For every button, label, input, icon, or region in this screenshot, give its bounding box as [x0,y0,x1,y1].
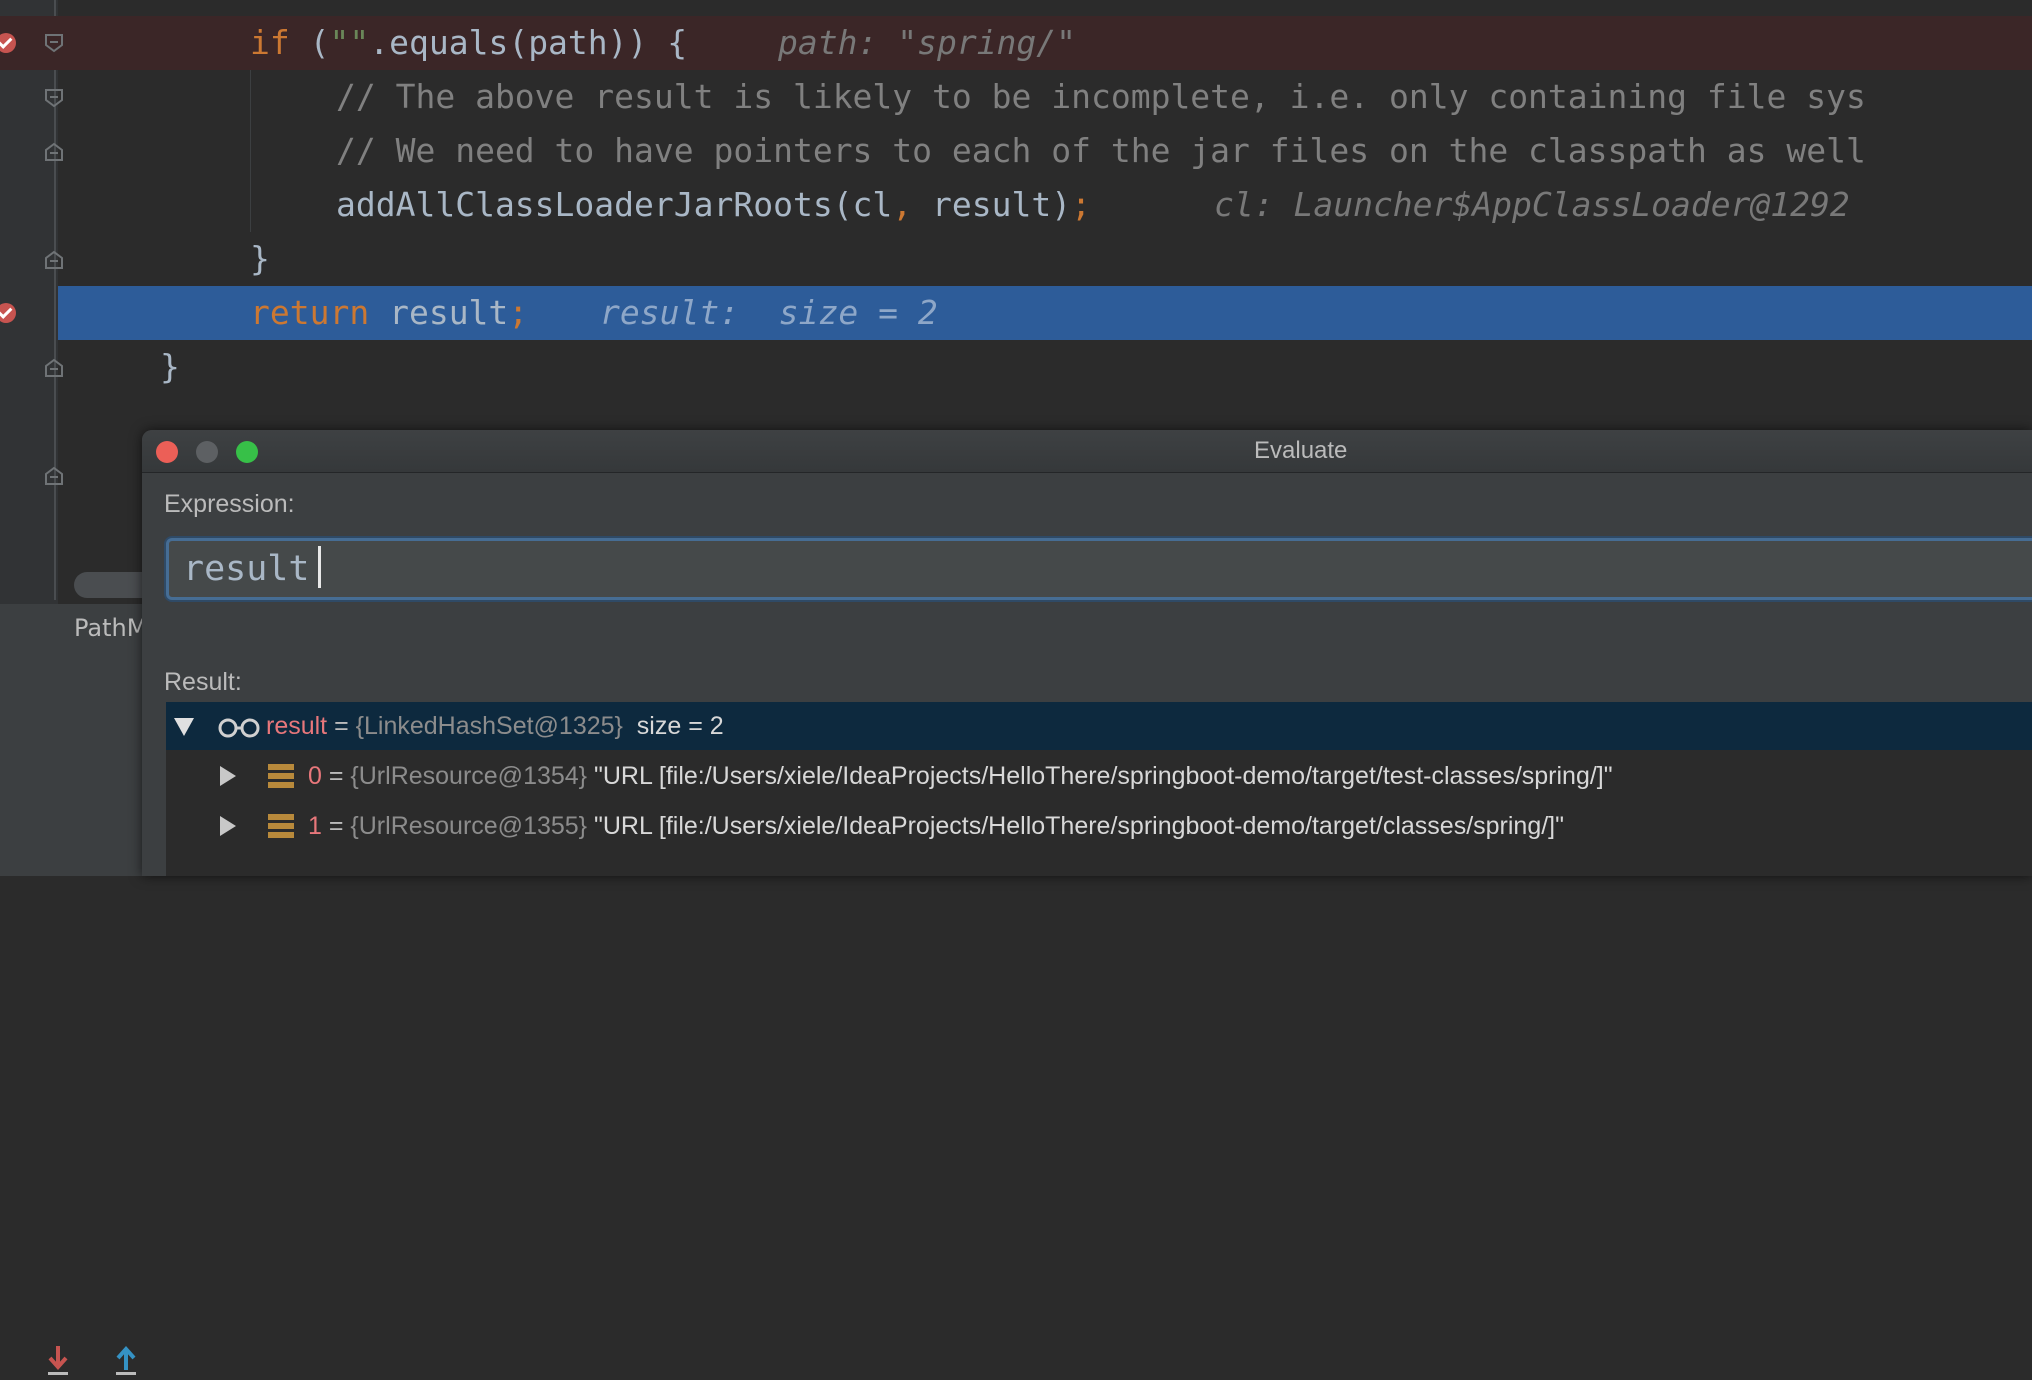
list-item-icon [268,764,294,788]
variable-name: result [266,712,328,740]
item-index: 0 [308,762,322,790]
keyword-return: return [250,293,370,332]
return-value: result [369,293,509,332]
hint-value: "spring/" [897,23,1077,62]
code-line-return[interactable]: return result; [250,286,528,340]
tree-row-item[interactable]: 0 = {UrlResource@1354} "URL [file:/Users… [166,752,2032,800]
indent-guide [250,70,251,232]
expression-label: Expression: [164,490,295,518]
semicolon: ; [1071,185,1091,224]
step-into-icon[interactable] [38,1340,78,1380]
inline-hint-path: path: "spring/" [778,16,1076,70]
closing-brace[interactable]: } [250,232,270,286]
fold-marker-icon[interactable] [44,88,64,108]
item-value: "URL [file:/Users/xiele/IdeaProjects/Hel… [593,812,1565,840]
equals-sign: = [321,812,351,840]
inline-hint-result: result: size = 2 [600,293,938,332]
collapse-arrow-icon[interactable] [174,718,194,736]
result-label: Result: [164,668,242,696]
item-type: {UrlResource@1354} [350,762,588,790]
expand-arrow-icon[interactable] [220,816,236,836]
inline-hint-cl: cl: Launcher$AppClassLoader@1292 [1214,185,1850,224]
semicolon: ; [508,293,529,332]
tree-row-text: 1 = {UrlResource@1355} "URL [file:/Users… [308,802,1564,850]
expand-arrow-icon[interactable] [220,766,236,786]
fold-marker-icon[interactable] [44,250,64,270]
list-item-icon [268,814,294,838]
hint-name: path: [778,23,878,62]
item-type: {UrlResource@1355} [350,812,588,840]
dialog-title: Evaluate [1254,437,1348,464]
fold-marker-icon[interactable] [44,358,64,378]
watch-glasses-icon [218,718,260,738]
code-line-if[interactable]: if ("".equals(path)) { [250,16,687,70]
string-literal: "" [329,23,370,62]
code-line-call[interactable]: addAllClassLoaderJarRoots(cl, result); [336,178,1091,232]
fold-marker-icon[interactable] [44,33,64,53]
maximize-button[interactable] [236,441,258,463]
comment-line-2[interactable]: // We need to have pointers to each of t… [336,124,1866,178]
result-tree[interactable]: result = {LinkedHashSet@1325} size = 2 0… [166,702,2032,876]
tree-row-item[interactable]: 1 = {UrlResource@1355} "URL [file:/Users… [166,802,2032,850]
close-button[interactable] [156,441,178,463]
tree-row-text: 0 = {UrlResource@1354} "URL [file:/Users… [308,752,1613,800]
fold-marker-icon[interactable] [44,466,64,486]
call-argument: result) [912,185,1072,224]
keyword-if: if [250,23,290,62]
tool-window-tab[interactable]: PathM [74,614,147,642]
step-out-icon[interactable] [106,1340,146,1380]
equals-sign: = [321,762,351,790]
item-value: "URL [file:/Users/xiele/IdeaProjects/Hel… [593,762,1613,790]
comment-line-1[interactable]: // The above result is likely to be inco… [336,70,1866,124]
debug-tool-window [0,604,150,1375]
dialog-titlebar[interactable]: Evaluate [142,430,2032,473]
code-paren: ( [289,23,330,62]
text-caret [318,546,321,588]
evaluate-dialog: Evaluate Expression: Result: result = {L… [142,430,2032,876]
minimize-button[interactable] [196,441,218,463]
variable-value: size = 2 [636,712,724,740]
method-call: addAllClassLoaderJarRoots(cl [336,185,893,224]
expression-input[interactable] [166,538,2032,600]
tree-row-text: result = {LinkedHashSet@1325} size = 2 [266,702,724,750]
comma: , [892,185,913,224]
closing-brace[interactable]: } [160,340,180,394]
code-equals-call: .equals(path)) { [369,23,688,62]
equals-sign: = [327,712,356,740]
fold-marker-icon[interactable] [44,142,64,162]
tree-row-result[interactable]: result = {LinkedHashSet@1325} size = 2 [166,702,2032,750]
variable-type: {LinkedHashSet@1325} [355,712,623,740]
item-index: 1 [308,812,322,840]
